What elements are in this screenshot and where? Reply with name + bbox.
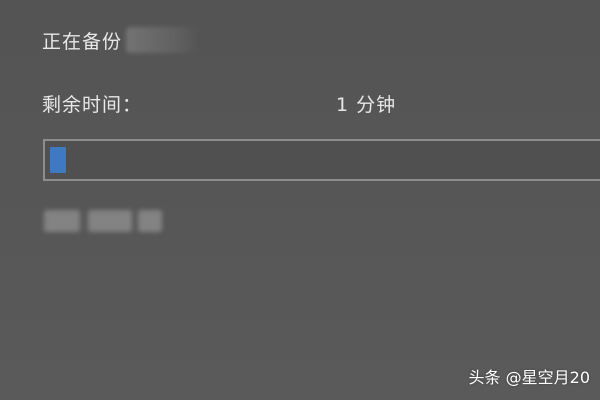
blurred-backup-name — [126, 27, 199, 53]
backup-status-title: 正在备份 — [42, 30, 123, 53]
title-row: 正在备份 — [42, 24, 199, 56]
remaining-time-value: 1 分钟 — [336, 94, 397, 116]
backup-progress-bar — [43, 139, 600, 181]
remaining-time-row: 剩余时间： 1 分钟 — [42, 88, 582, 120]
remaining-time-label: 剩余时间： — [42, 94, 143, 116]
backup-dialog: 正在备份 剩余时间： 1 分钟 头条 @星空月20 — [0, 0, 600, 400]
progress-fill — [50, 147, 66, 173]
watermark: 头条 @星空月20 — [468, 368, 590, 387]
blurred-details-text — [40, 206, 178, 238]
